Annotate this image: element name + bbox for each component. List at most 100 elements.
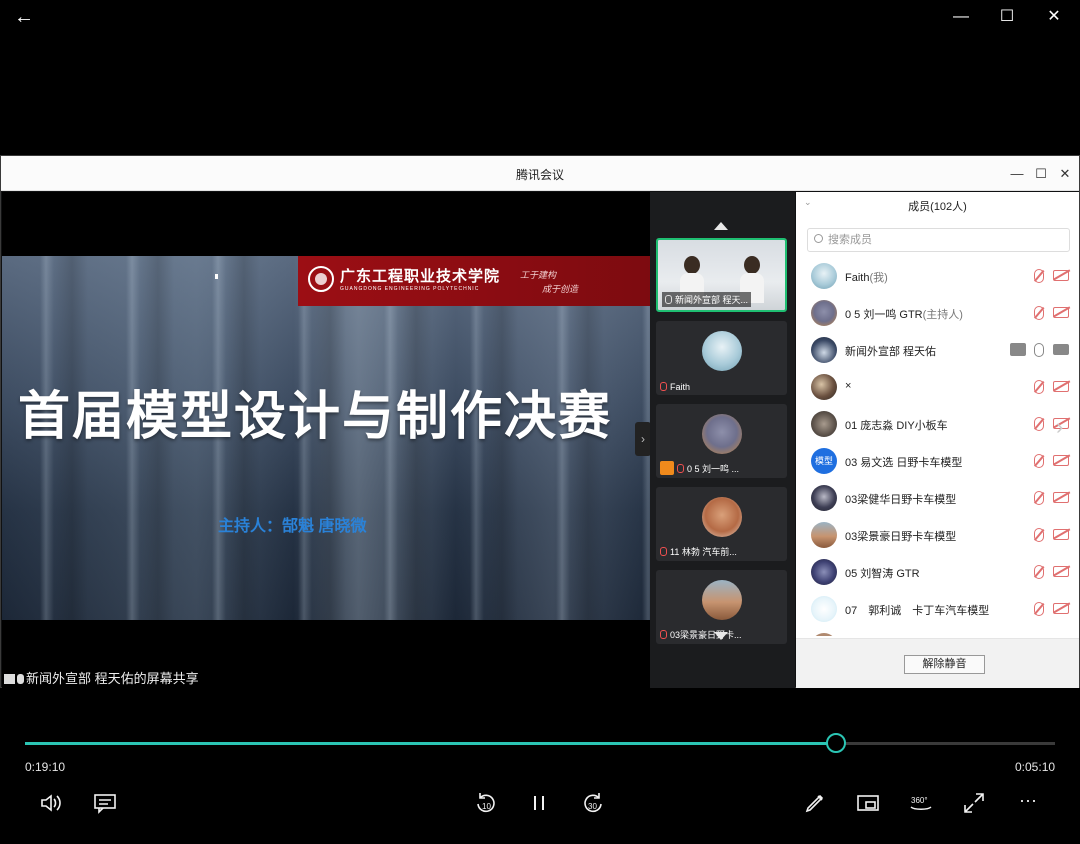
camera-off-icon[interactable]	[1053, 455, 1069, 466]
camera-off-icon[interactable]	[1053, 307, 1069, 318]
slide-host-line: 主持人：郜魁 唐晓微	[218, 518, 367, 535]
camera-off-icon[interactable]	[1053, 566, 1069, 577]
pause-icon[interactable]	[525, 790, 553, 816]
player-top-bar: ← — ☐ ✕	[0, 0, 1080, 34]
video-tile-name: 11 林勃 汽车前...	[670, 547, 737, 557]
remaining-time: 0:05:10	[1015, 760, 1056, 774]
seek-thumb[interactable]	[826, 733, 847, 753]
member-name: 0 5 刘一鸣 GTR(主持人)	[845, 309, 963, 321]
video-tile-name: 新闻外宣部 程天...	[675, 295, 749, 305]
host-badge-icon	[660, 461, 674, 475]
members-panel-title: 成员(102人)	[908, 201, 967, 213]
mini-view-icon[interactable]	[854, 790, 882, 816]
avatar	[811, 374, 837, 400]
avatar	[811, 633, 837, 636]
back-button[interactable]: ←	[14, 6, 38, 28]
avatar	[811, 337, 837, 363]
video-tile-name: 0 5 刘一鸣 ...	[687, 464, 740, 474]
video-tile[interactable]: 11 林勃 汽车前...	[656, 487, 787, 561]
member-row[interactable]: 0 5 刘一鸣 GTR(主持人)	[796, 295, 1079, 331]
avatar	[811, 522, 837, 548]
mic-muted-icon[interactable]	[1034, 602, 1044, 616]
camera-off-icon[interactable]	[1053, 270, 1069, 281]
draw-icon[interactable]	[801, 790, 829, 816]
rewind-10-icon[interactable]: 10	[472, 790, 500, 816]
mic-muted-icon[interactable]	[1034, 454, 1044, 468]
more-icon[interactable]: ···	[1014, 787, 1042, 813]
camera-off-icon[interactable]	[1053, 529, 1069, 540]
360-view-icon[interactable]: 360°	[907, 790, 935, 816]
window-minimize-button[interactable]: —	[950, 6, 972, 28]
mic-muted-icon[interactable]	[1034, 491, 1044, 505]
member-name: ×	[845, 380, 852, 392]
mic-muted-icon[interactable]	[1034, 417, 1044, 431]
avatar: 模型	[811, 448, 837, 474]
360-view-label: 360°	[911, 796, 928, 805]
member-name: 05 刘智涛 GTR	[845, 568, 920, 580]
subtitles-icon[interactable]	[91, 790, 119, 816]
member-row[interactable]: 新闻外宣部 程天佑	[796, 332, 1079, 368]
meeting-minimize-button[interactable]: —	[1008, 165, 1026, 183]
elapsed-time: 0:19:10	[25, 760, 66, 774]
member-row[interactable]: 07 郭利诚 卡丁车汽车模型	[796, 591, 1079, 627]
avatar	[811, 596, 837, 622]
member-row[interactable]: 03梁景豪日野卡车模型	[796, 517, 1079, 553]
fullscreen-icon[interactable]	[960, 790, 988, 816]
strip-scroll-down-icon[interactable]	[714, 632, 728, 640]
member-search-input[interactable]	[828, 232, 1058, 248]
member-list: Faith(我) 0 5 刘一鸣 GTR(主持人) 新闻外宣部 程天佑 × 01…	[796, 258, 1079, 636]
member-name: 03梁健华日野卡车模型	[845, 494, 957, 506]
video-tile-name: Faith	[670, 382, 691, 392]
presentation-slide: 广东工程职业技术学院 GUANGDONG ENGINEERING POLYTEC…	[2, 256, 650, 620]
avatar	[811, 559, 837, 585]
camera-off-icon[interactable]	[1053, 381, 1069, 392]
member-row[interactable]: 03梁健华日野卡车模型	[796, 480, 1079, 516]
video-tile-label: 0 5 刘一鸣 ...	[660, 461, 739, 475]
video-tile[interactable]: 新闻外宣部 程天...	[656, 238, 787, 312]
mic-muted-icon	[677, 464, 684, 473]
video-tile-strip: 新闻外宣部 程天... Faith 0 5 刘一鸣 ... 11 林勃 汽车前.…	[650, 192, 795, 688]
member-name: 03 易文选 日野卡车模型	[845, 457, 963, 469]
camera-off-icon[interactable]	[1053, 603, 1069, 614]
camera-off-icon[interactable]	[1053, 492, 1069, 503]
volume-icon[interactable]	[37, 790, 65, 816]
member-search[interactable]	[807, 228, 1070, 252]
mic-muted-icon[interactable]	[1034, 306, 1044, 320]
member-name: 01 庞志淼 DIY小板车	[845, 420, 948, 432]
mic-icon[interactable]	[1034, 343, 1044, 357]
strip-scroll-up-icon[interactable]	[714, 222, 728, 230]
window-maximize-button[interactable]: ☐	[996, 6, 1018, 28]
school-motto-line-1: 工于建构	[520, 270, 557, 280]
mic-muted-icon[interactable]	[1034, 380, 1044, 394]
member-row[interactable]: 01 庞志淼 DIY小板车	[796, 406, 1079, 442]
meeting-maximize-button[interactable]: ☐	[1032, 165, 1050, 183]
member-row[interactable]: 05 刘智涛 GTR	[796, 554, 1079, 590]
member-name: Faith(我)	[845, 272, 888, 284]
mic-icon	[665, 295, 672, 304]
member-row[interactable]: ×	[796, 369, 1079, 405]
mic-icon	[17, 674, 24, 684]
seek-bar[interactable]	[25, 733, 1055, 753]
forward-30-icon[interactable]: 30	[579, 790, 607, 816]
collapse-strip-toggle[interactable]: ›	[635, 422, 651, 456]
school-motto-line-2: 成于创造	[542, 284, 579, 294]
video-tile-name: 03梁景豪日野卡...	[670, 630, 742, 640]
seek-bar-progress	[25, 742, 837, 745]
camera-icon[interactable]	[1053, 344, 1069, 355]
chevron-right-icon[interactable]: ›	[1056, 414, 1063, 440]
video-tile[interactable]: 0 5 刘一鸣 ...	[656, 404, 787, 478]
school-banner: 广东工程职业技术学院 GUANGDONG ENGINEERING POLYTEC…	[298, 256, 650, 306]
mic-muted-icon[interactable]	[1034, 269, 1044, 283]
video-tile-label: Faith	[660, 382, 690, 392]
member-row[interactable]: 模型 03 易文选 日野卡车模型	[796, 443, 1079, 479]
mic-muted-icon[interactable]	[1034, 565, 1044, 579]
unmute-all-button[interactable]: 解除静音	[904, 655, 985, 674]
window-close-button[interactable]: ✕	[1043, 6, 1065, 28]
avatar	[702, 414, 742, 454]
member-row[interactable]: Faith(我)	[796, 258, 1079, 294]
meeting-close-button[interactable]: ✕	[1056, 165, 1074, 183]
avatar	[702, 497, 742, 537]
member-row[interactable]	[796, 628, 1079, 636]
video-tile[interactable]: Faith	[656, 321, 787, 395]
mic-muted-icon[interactable]	[1034, 528, 1044, 542]
